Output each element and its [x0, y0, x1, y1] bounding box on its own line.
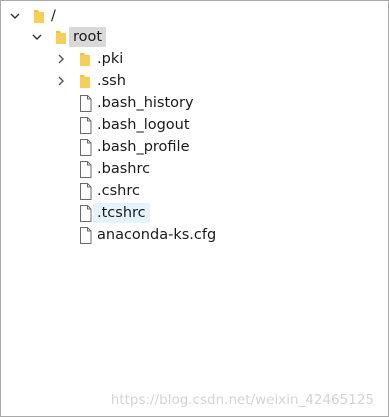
folder-icon: [31, 7, 47, 25]
tree-node-label: .cshrc: [97, 183, 140, 199]
tree-node-label: root: [69, 27, 107, 47]
file-icon: [77, 226, 93, 244]
tree-node-root[interactable]: root: [29, 26, 107, 48]
tree-node-bash-profile[interactable]: .bash_profile: [77, 136, 194, 158]
tree-node-label: .bash_profile: [97, 139, 190, 155]
tree-node-label: /: [51, 8, 56, 24]
file-icon: [77, 138, 93, 156]
tree-node-tcshrc[interactable]: .tcshrc: [77, 202, 150, 224]
file-icon: [77, 94, 93, 112]
tree-node-bashrc[interactable]: .bashrc: [77, 158, 154, 180]
folder-icon: [77, 50, 93, 68]
tree-node-ssh[interactable]: .ssh: [53, 70, 130, 92]
file-tree-panel: / root .pki .ssh .bash_history .bash_log…: [0, 0, 389, 417]
tree-node-label: .bashrc: [97, 161, 151, 177]
tree-node-label: anaconda-ks.cfg: [97, 227, 217, 243]
folder-icon: [77, 72, 93, 90]
file-icon: [77, 160, 93, 178]
tree-node-label: .tcshrc: [93, 203, 150, 223]
chevron-down-icon[interactable]: [7, 8, 23, 24]
file-icon: [77, 204, 93, 222]
tree-node-pki[interactable]: .pki: [53, 48, 127, 70]
tree-node-label: .ssh: [97, 73, 126, 89]
file-icon: [77, 116, 93, 134]
chevron-down-icon[interactable]: [29, 29, 45, 45]
tree-node-bash-logout[interactable]: .bash_logout: [77, 114, 194, 136]
tree-node-label: .bash_history: [97, 95, 194, 111]
folder-icon: [53, 28, 69, 46]
tree-node-anaconda-ks[interactable]: anaconda-ks.cfg: [77, 224, 220, 246]
file-icon: [77, 182, 93, 200]
chevron-right-icon[interactable]: [53, 51, 69, 67]
watermark-text: https://blog.csdn.net/weixin_42465125: [110, 392, 374, 408]
tree-node-label: .bash_logout: [97, 117, 190, 133]
chevron-right-icon[interactable]: [53, 73, 69, 89]
tree-node-cshrc[interactable]: .cshrc: [77, 180, 144, 202]
tree-node-label: .pki: [97, 51, 124, 67]
tree-node-bash-history[interactable]: .bash_history: [77, 92, 198, 114]
tree-node-root-dir[interactable]: /: [7, 5, 60, 27]
